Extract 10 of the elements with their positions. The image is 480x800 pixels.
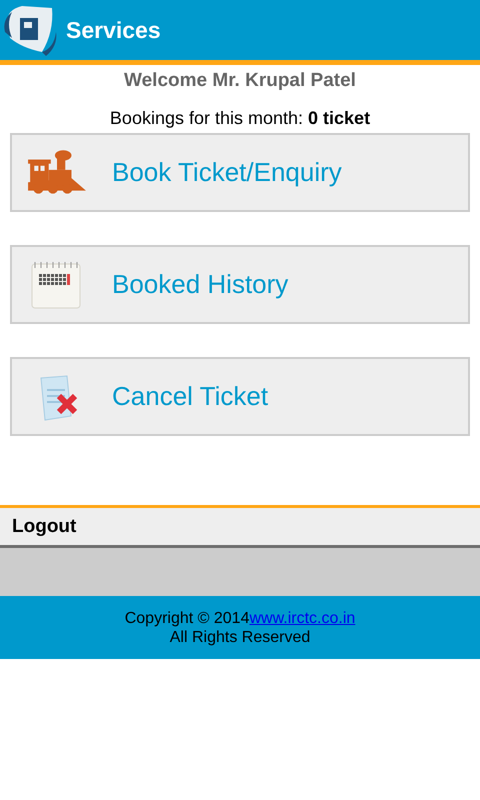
menu-button[interactable]: Book Ticket/Enquiry xyxy=(10,133,470,212)
logout-button[interactable]: Logout xyxy=(0,508,480,548)
welcome-text: Welcome Mr. Krupal Patel xyxy=(123,69,357,93)
menu-button[interactable]: Booked History xyxy=(10,245,470,324)
website-link[interactable]: www.irctc.co.in xyxy=(249,610,356,626)
copyright-text: Copyright © 2014www.irctc.co.in xyxy=(124,608,356,628)
header-title: Services xyxy=(66,16,161,44)
menu-button[interactable]: Cancel Ticket xyxy=(10,357,470,436)
bookings-text: Bookings for this month: 0 ticket xyxy=(108,107,372,129)
rights-text: All Rights Reserved xyxy=(170,628,310,646)
